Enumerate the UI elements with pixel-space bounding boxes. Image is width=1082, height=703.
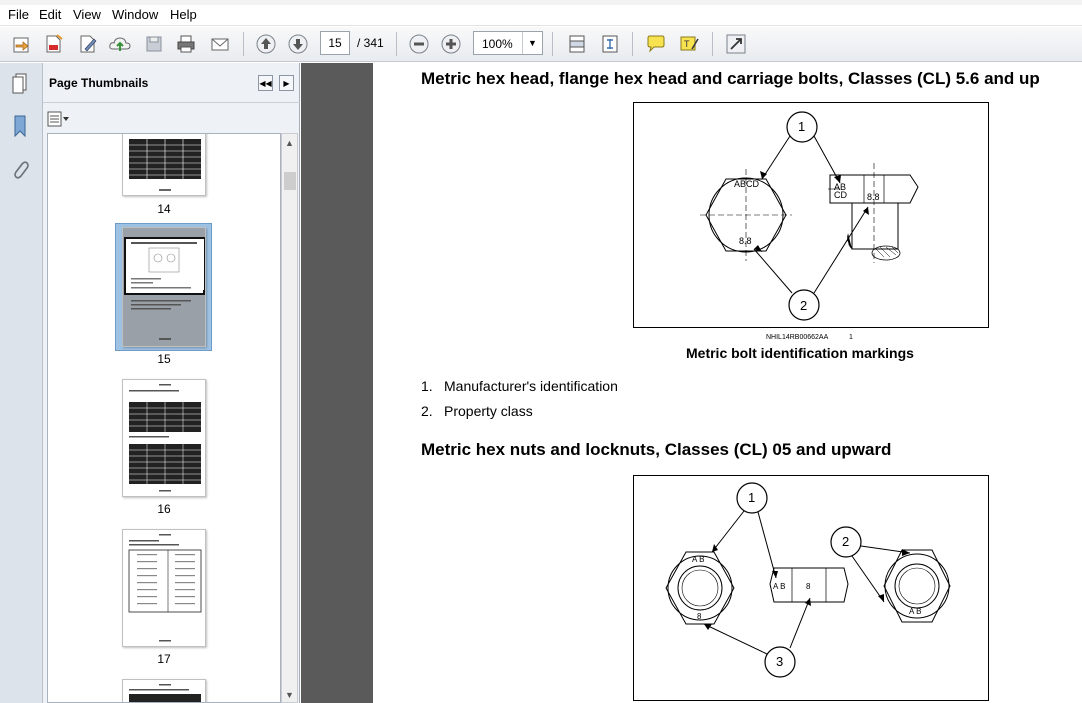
expand-panel-icon[interactable]: ▶ bbox=[279, 75, 294, 91]
thumbnail-label: 14 bbox=[157, 202, 171, 216]
grade-head: 8.8 bbox=[739, 236, 752, 246]
panel-header: Page Thumbnails ◀◀ ▶ bbox=[43, 63, 300, 103]
bookmark-icon[interactable] bbox=[8, 113, 32, 139]
thumbnail-label: 16 bbox=[157, 502, 171, 516]
list-text: Property class bbox=[444, 403, 533, 419]
toolbar-separator bbox=[243, 32, 244, 56]
print-icon[interactable] bbox=[172, 31, 200, 57]
menu-window[interactable]: Window bbox=[112, 7, 158, 22]
callout-1: 1 bbox=[798, 119, 806, 134]
edit-document-icon[interactable] bbox=[74, 31, 102, 57]
fit-page-icon[interactable] bbox=[596, 31, 624, 57]
mark-ab-nut3: A B bbox=[909, 607, 922, 616]
menu-bar: File Edit View Window Help bbox=[0, 0, 1082, 26]
figure-caption: Metric bolt identification markings bbox=[686, 345, 914, 361]
previous-page-icon[interactable] bbox=[252, 31, 280, 57]
menu-view[interactable]: View bbox=[73, 7, 101, 22]
list-item: 1. Manufacturer's identification bbox=[421, 378, 618, 394]
thumbnail-page[interactable] bbox=[122, 529, 206, 647]
collapse-panel-icon[interactable]: ◀◀ bbox=[258, 75, 273, 91]
mark-abcd: ABCD bbox=[734, 179, 760, 189]
highlight-text-icon[interactable]: T bbox=[675, 31, 703, 57]
bolt-markings-figure: 1 2 ABCD AB CD 8.8 8.8 bbox=[633, 102, 989, 328]
grade-nut1: 8 bbox=[697, 612, 702, 621]
thumbnail-scrollbar[interactable]: ▲ ▼ bbox=[281, 133, 298, 703]
thumbnails-panel: Page Thumbnails ◀◀ ▶ 14 15 16 17 ▲ ▼ bbox=[43, 63, 300, 703]
mark-cd: CD bbox=[834, 190, 847, 200]
callout-3: 3 bbox=[776, 654, 784, 669]
mark-ab-nut1: A B bbox=[692, 555, 705, 564]
menu-help[interactable]: Help bbox=[170, 7, 197, 22]
thumbnail-label: 17 bbox=[157, 652, 171, 666]
toolbar-separator bbox=[712, 32, 713, 56]
section-heading-bolts: Metric hex head, flange hex head and car… bbox=[421, 69, 1040, 88]
save-icon[interactable] bbox=[140, 31, 168, 57]
list-item: 2. Property class bbox=[421, 403, 533, 419]
callout-2: 2 bbox=[800, 298, 808, 313]
figure-code-number: 1 bbox=[849, 334, 853, 341]
page-total-label: / 341 bbox=[357, 36, 384, 50]
page-number-input[interactable]: 15 bbox=[320, 31, 350, 55]
scrollbar-thumb[interactable] bbox=[284, 172, 296, 190]
toolbar-separator bbox=[632, 32, 633, 56]
toolbar: 15 / 341 100% ▼ T bbox=[0, 27, 1082, 62]
zoom-value: 100% bbox=[482, 37, 513, 51]
fit-width-icon[interactable] bbox=[563, 31, 591, 57]
document-page: Metric hex head, flange hex head and car… bbox=[373, 63, 1082, 703]
cloud-upload-icon[interactable] bbox=[106, 31, 134, 57]
section-heading-nuts: Metric hex nuts and locknuts, Classes (C… bbox=[421, 440, 892, 459]
panel-title: Page Thumbnails bbox=[49, 76, 149, 90]
callout-2: 2 bbox=[842, 534, 850, 549]
callout-1: 1 bbox=[748, 490, 756, 505]
grade-side: 8.8 bbox=[867, 192, 880, 202]
list-number: 1. bbox=[421, 378, 433, 394]
zoom-select[interactable]: 100% ▼ bbox=[473, 31, 543, 55]
zoom-out-icon[interactable] bbox=[405, 31, 433, 57]
list-text: Manufacturer's identification bbox=[444, 378, 618, 394]
menu-edit[interactable]: Edit bbox=[39, 7, 61, 22]
toolbar-separator bbox=[396, 32, 397, 56]
zoom-in-icon[interactable] bbox=[437, 31, 465, 57]
thumbnail-page[interactable] bbox=[122, 134, 206, 196]
options-menu-icon[interactable] bbox=[47, 110, 73, 128]
figure-code: NHIL14RB00662AA bbox=[766, 334, 829, 341]
thumbnail-page[interactable] bbox=[122, 679, 206, 702]
grade-nut2: 8 bbox=[806, 582, 811, 591]
email-icon[interactable] bbox=[206, 31, 234, 57]
thumbnail-label: 15 bbox=[157, 352, 171, 366]
chevron-down-icon[interactable]: ▼ bbox=[522, 32, 542, 54]
scroll-up-icon[interactable]: ▲ bbox=[285, 138, 294, 148]
create-pdf-icon[interactable] bbox=[40, 31, 68, 57]
menu-file[interactable]: File bbox=[8, 7, 29, 22]
window-title-strip bbox=[0, 0, 1082, 5]
comment-icon[interactable] bbox=[642, 31, 670, 57]
next-page-icon[interactable] bbox=[284, 31, 312, 57]
list-number: 2. bbox=[421, 403, 433, 419]
thumbnail-page-selected[interactable] bbox=[122, 227, 206, 347]
attachment-icon[interactable] bbox=[8, 156, 32, 182]
nut-markings-figure: 1 2 3 A B 8 A B 8 A B bbox=[633, 475, 989, 701]
page-thumbnails-icon[interactable] bbox=[8, 71, 32, 97]
scroll-down-icon[interactable]: ▼ bbox=[285, 690, 294, 700]
document-viewport[interactable]: Metric hex head, flange hex head and car… bbox=[301, 63, 1082, 703]
mark-ab-nut2: A B bbox=[773, 582, 786, 591]
svg-text:T: T bbox=[684, 39, 690, 49]
toolbar-separator bbox=[552, 32, 553, 56]
full-screen-icon[interactable] bbox=[722, 31, 750, 57]
navigation-rail bbox=[0, 63, 43, 703]
open-file-icon[interactable] bbox=[8, 31, 36, 57]
thumbnail-page[interactable] bbox=[122, 379, 206, 497]
thumbnail-list: 14 15 16 17 bbox=[47, 133, 281, 703]
